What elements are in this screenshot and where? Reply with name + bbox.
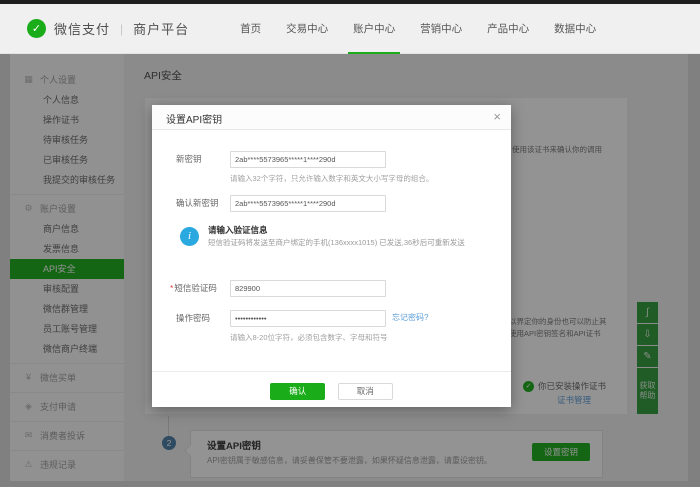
top-nav: ✓ 微信支付 | 商户平台 首页 交易中心 账户中心 营销中心 产品中心 数据中… [0,4,700,54]
set-api-key-dialog: 设置API密钥 × 新密钥 请输入32个字符，只允许输入数字和英文大小写字母的组… [152,105,511,407]
sms-code-label-text: 短信验证码 [174,283,217,293]
op-password-helper: 请输入8-20位字符，必须包含数字、字母和符号 [230,332,388,343]
sms-code-label: *短信验证码 [170,280,222,297]
verify-notice-text: 短信验证码将发送至商户绑定的手机(136xxxx1015) 已发送,36秒后可重… [208,237,465,248]
nav-item-marketing-center[interactable]: 营销中心 [415,4,467,54]
close-icon[interactable]: × [493,108,501,126]
nav-item-product-center[interactable]: 产品中心 [482,4,534,54]
brand-name: 微信支付 [54,19,110,38]
sms-code-input[interactable] [230,280,386,297]
wechat-pay-logo-icon: ✓ [27,19,46,38]
new-key-helper: 请输入32个字符，只允许输入数字和英文大小写字母的组合。 [230,173,433,184]
op-password-input[interactable] [230,310,386,327]
dialog-footer: 确认 取消 [152,371,511,407]
new-key-input[interactable] [230,151,386,168]
nav-item-data-center[interactable]: 数据中心 [549,4,601,54]
confirm-button[interactable]: 确认 [270,383,325,400]
confirm-key-input[interactable] [230,195,386,212]
info-icon: i [180,227,199,246]
required-asterisk: * [170,283,173,293]
brand-divider: | [120,22,123,36]
cancel-button[interactable]: 取消 [338,383,393,400]
page-body: ▦ 个人设置 个人信息 操作证书 待审核任务 已审核任务 我提交的审核任务 ⚙ … [0,54,700,487]
dialog-title: 设置API密钥 [166,111,222,126]
dialog-header: 设置API密钥 × [152,105,511,130]
merchant-platform-window: ✓ 微信支付 | 商户平台 首页 交易中心 账户中心 营销中心 产品中心 数据中… [0,0,700,487]
portal-name: 商户平台 [133,19,189,38]
new-key-label: 新密钥 [176,151,228,168]
nav-item-home[interactable]: 首页 [235,4,266,54]
forgot-password-link[interactable]: 忘记密码? [392,312,428,323]
nav-item-trade-center[interactable]: 交易中心 [281,4,333,54]
op-password-label: 操作密码 [176,310,228,327]
nav-menu: 首页 交易中心 账户中心 营销中心 产品中心 数据中心 [235,4,616,54]
confirm-key-label: 确认新密钥 [176,195,228,212]
verify-notice-title: 请输入验证信息 [208,224,268,236]
nav-item-account-center[interactable]: 账户中心 [348,4,400,54]
